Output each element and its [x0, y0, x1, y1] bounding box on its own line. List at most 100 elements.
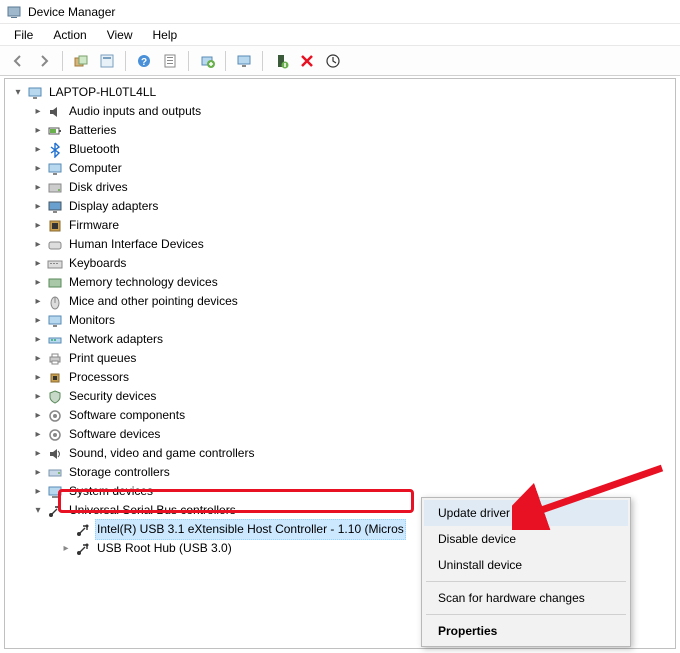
sound-icon	[47, 446, 63, 462]
toolbar-separator	[188, 51, 189, 71]
toolbar: ?	[0, 46, 680, 76]
context-uninstall-device[interactable]: Uninstall device	[424, 552, 628, 578]
properties-button[interactable]	[158, 49, 182, 73]
keyboard-icon	[47, 256, 63, 272]
update-driver-button[interactable]	[195, 49, 219, 73]
category-label: Sound, video and game controllers	[67, 444, 256, 463]
context-disable-device[interactable]: Disable device	[424, 526, 628, 552]
tree-category[interactable]: ▸Print queues	[11, 349, 675, 368]
refresh-button[interactable]	[95, 49, 119, 73]
tree-category[interactable]: ▸ Computer	[11, 159, 675, 178]
battery-icon	[47, 123, 63, 139]
security-icon	[47, 389, 63, 405]
forward-button[interactable]	[32, 49, 56, 73]
toolbar-separator	[262, 51, 263, 71]
expand-icon[interactable]: ▸	[31, 314, 45, 328]
expand-icon[interactable]: ▸	[31, 485, 45, 499]
menu-bar: File Action View Help	[0, 24, 680, 46]
tree-category[interactable]: ▸ Disk drives	[11, 178, 675, 197]
scan-button[interactable]	[321, 49, 345, 73]
tree-category[interactable]: ▸Software devices	[11, 425, 675, 444]
tree-category[interactable]: ▸Software components	[11, 406, 675, 425]
root-label: LAPTOP-HL0TL4LL	[47, 83, 158, 102]
expand-icon[interactable]: ▸	[31, 257, 45, 271]
expand-icon[interactable]: ▸	[31, 295, 45, 309]
collapse-icon[interactable]: ▾	[11, 86, 25, 100]
expand-icon[interactable]: ▸	[31, 352, 45, 366]
tree-category[interactable]: ▸Mice and other pointing devices	[11, 292, 675, 311]
toolbar-separator	[62, 51, 63, 71]
expand-icon[interactable]: ▸	[31, 105, 45, 119]
expand-icon[interactable]: ▸	[59, 542, 73, 556]
disk-icon	[47, 180, 63, 196]
expand-icon[interactable]: ▸	[31, 124, 45, 138]
tree-category[interactable]: ▸ Memory technology devices	[11, 273, 675, 292]
tree-category[interactable]: ▸Processors	[11, 368, 675, 387]
tree-root[interactable]: ▾ LAPTOP-HL0TL4LL	[11, 83, 675, 102]
usb-icon	[75, 522, 91, 538]
context-menu: Update driver Disable device Uninstall d…	[421, 497, 631, 647]
tree-category[interactable]: ▸Monitors	[11, 311, 675, 330]
tree-category[interactable]: ▸ Security devices	[11, 387, 675, 406]
context-properties[interactable]: Properties	[424, 618, 628, 644]
show-hidden-button[interactable]	[69, 49, 93, 73]
menu-view[interactable]: View	[97, 25, 143, 45]
tree-category[interactable]: ▸ Human Interface Devices	[11, 235, 675, 254]
menu-action[interactable]: Action	[43, 25, 96, 45]
software-icon	[47, 427, 63, 443]
expand-icon[interactable]: ▸	[31, 162, 45, 176]
category-label: Security devices	[67, 387, 158, 406]
expand-icon[interactable]: ▸	[31, 200, 45, 214]
mouse-icon	[47, 294, 63, 310]
expand-icon[interactable]: ▸	[31, 428, 45, 442]
device-tree[interactable]: ▾ LAPTOP-HL0TL4LL ▸Audio inputs and outp…	[5, 79, 675, 568]
tree-category[interactable]: ▸ Display adapters	[11, 197, 675, 216]
pc-monitor-button[interactable]	[232, 49, 256, 73]
category-label: Batteries	[67, 121, 118, 140]
expand-icon[interactable]: ▸	[31, 390, 45, 404]
storage-icon	[47, 465, 63, 481]
category-label: Disk drives	[67, 178, 130, 197]
help-button[interactable]: ?	[132, 49, 156, 73]
category-label: Keyboards	[67, 254, 128, 273]
collapse-icon[interactable]: ▾	[31, 504, 45, 518]
context-separator	[426, 581, 626, 582]
uninstall-button[interactable]	[295, 49, 319, 73]
system-icon	[47, 484, 63, 500]
tree-category[interactable]: ▸ Batteries	[11, 121, 675, 140]
back-button[interactable]	[6, 49, 30, 73]
tree-category[interactable]: ▸ Keyboards	[11, 254, 675, 273]
context-separator	[426, 614, 626, 615]
menu-file[interactable]: File	[4, 25, 43, 45]
context-update-driver[interactable]: Update driver	[424, 500, 628, 526]
tree-category[interactable]: ▸ Sound, video and game controllers	[11, 444, 675, 463]
expand-icon[interactable]: ▸	[31, 143, 45, 157]
category-label: Memory technology devices	[67, 273, 220, 292]
expand-icon[interactable]: ▸	[31, 371, 45, 385]
menu-help[interactable]: Help	[143, 25, 188, 45]
expand-icon[interactable]: ▸	[31, 466, 45, 480]
context-scan-hardware[interactable]: Scan for hardware changes	[424, 585, 628, 611]
category-label: Computer	[67, 159, 124, 178]
tree-category[interactable]: ▸Firmware	[11, 216, 675, 235]
expand-icon[interactable]: ▸	[31, 447, 45, 461]
software-icon	[47, 408, 63, 424]
expand-icon[interactable]: ▸	[31, 409, 45, 423]
computer-icon	[27, 85, 43, 101]
expand-icon[interactable]: ▸	[31, 276, 45, 290]
expand-icon[interactable]: ▸	[31, 238, 45, 252]
expand-icon[interactable]: ▸	[31, 219, 45, 233]
svg-text:?: ?	[141, 57, 147, 68]
category-label: Display adapters	[67, 197, 160, 216]
memory-icon	[47, 275, 63, 291]
category-label: Universal Serial Bus controllers	[67, 501, 238, 520]
tree-category[interactable]: ▸Audio inputs and outputs	[11, 102, 675, 121]
tree-category[interactable]: ▸Network adapters	[11, 330, 675, 349]
device-label: USB Root Hub (USB 3.0)	[95, 539, 234, 558]
tree-category[interactable]: ▸Bluetooth	[11, 140, 675, 159]
tree-category[interactable]: ▸Storage controllers	[11, 463, 675, 482]
enable-button[interactable]	[269, 49, 293, 73]
category-label: Human Interface Devices	[67, 235, 206, 254]
expand-icon[interactable]: ▸	[31, 333, 45, 347]
expand-icon[interactable]: ▸	[31, 181, 45, 195]
